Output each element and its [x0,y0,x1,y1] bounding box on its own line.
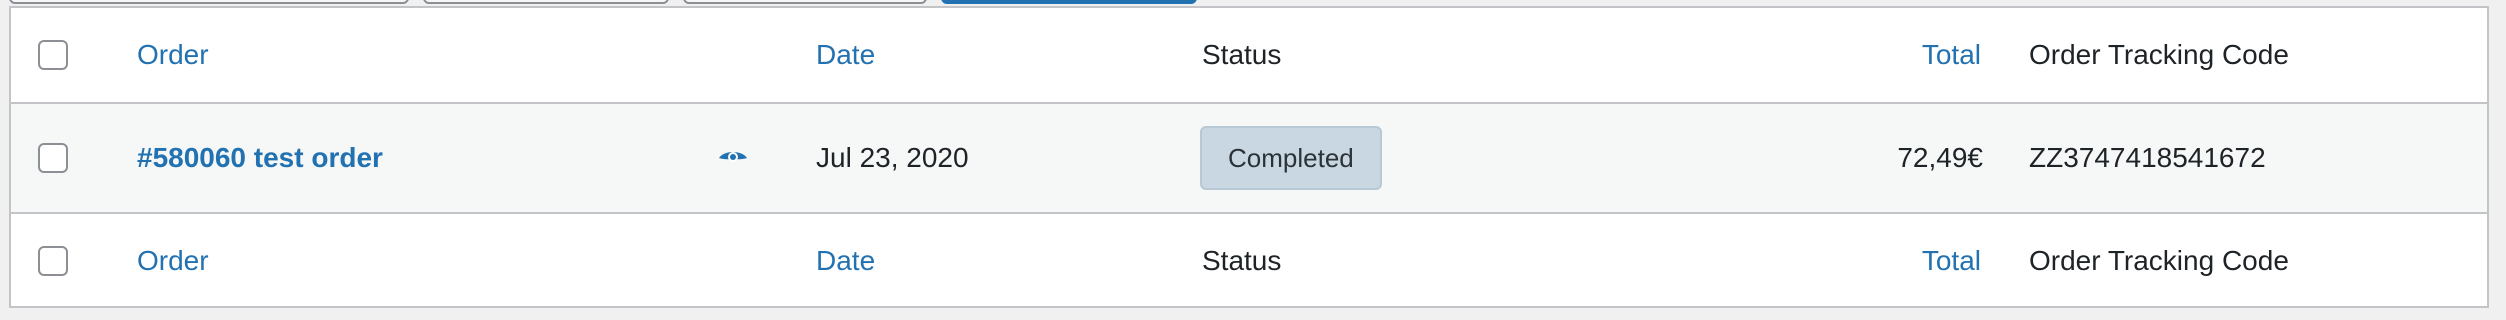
column-header-order[interactable]: Order [137,8,209,102]
column-header-tracking-code: Order Tracking Code [2029,39,2289,70]
customer-filter-select[interactable] [683,0,927,4]
date-filter-select[interactable] [423,0,669,4]
status-badge: Completed [1200,126,1382,190]
row-select-cell [38,104,68,212]
order-status-cell: Completed [1200,104,1382,212]
select-all-cell [38,8,68,102]
select-all-checkbox[interactable] [38,40,68,70]
column-header-date[interactable]: Date [816,8,875,102]
column-footer-status: Status [1202,245,1282,276]
bulk-actions-select[interactable] [9,0,409,4]
table-row[interactable]: #580060 test order Jul 23, 2020 Complete… [11,104,2487,214]
order-total: 72,49€ [1897,142,1983,173]
column-footer-date[interactable]: Date [816,214,875,308]
column-header-status: Status [1202,39,1282,70]
order-tracking-code: ZZ3747418541672 [2029,142,2266,173]
order-preview-button[interactable] [718,104,748,212]
orders-table: Order Date Status Total Order Tracking C… [9,6,2489,308]
filter-button[interactable] [941,0,1197,4]
order-date: Jul 23, 2020 [816,142,969,173]
eye-icon [718,148,748,168]
order-title-link[interactable]: #580060 test order [137,104,383,212]
table-header-row: Order Date Status Total Order Tracking C… [11,8,2487,104]
column-footer-order[interactable]: Order [137,214,209,308]
select-all-footer-cell [38,214,68,308]
column-header-total[interactable]: Total [1761,8,1981,102]
table-footer-row: Order Date Status Total Order Tracking C… [11,214,2487,308]
row-checkbox[interactable] [38,143,68,173]
column-footer-total[interactable]: Total [1761,214,1981,308]
select-all-footer-checkbox[interactable] [38,246,68,276]
column-footer-tracking-code: Order Tracking Code [2029,245,2289,276]
